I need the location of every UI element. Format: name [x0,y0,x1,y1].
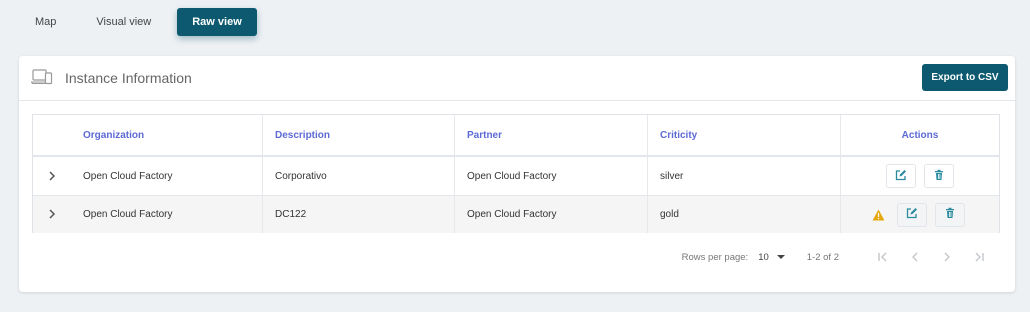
chevron-right-icon[interactable] [48,169,56,184]
next-page-button[interactable] [931,251,963,263]
cell-criticity: gold [648,196,841,233]
expand-column-header [33,115,71,155]
cell-actions [841,157,999,195]
cell-actions [841,196,999,233]
column-header-partner[interactable]: Partner [455,115,648,155]
row-expander[interactable] [33,157,71,195]
pagination: Rows per page: 10 1-2 of 2 [682,249,995,265]
trash-icon [944,207,956,222]
cell-organization: Open Cloud Factory [71,196,263,233]
table-row[interactable]: Open Cloud Factory DC122 Open Cloud Fact… [33,196,999,233]
edit-icon [906,207,918,222]
delete-button[interactable] [934,202,965,227]
delete-button[interactable] [924,164,954,188]
cell-partner: Open Cloud Factory [455,196,648,233]
previous-page-button[interactable] [899,251,931,263]
rows-per-page-label: Rows per page: [681,251,749,263]
rows-per-page-value: 10 [758,251,769,263]
instance-information-card: Instance Information Export to CSV Organ… [19,56,1015,292]
caret-down-icon [776,255,785,259]
export-csv-button[interactable]: Export to CSV [922,64,1008,91]
tab-raw-view[interactable]: Raw view [177,8,257,36]
row-expander[interactable] [33,196,71,233]
column-header-criticity[interactable]: Criticity [648,115,841,155]
cell-description: DC122 [263,196,455,233]
table-header-row: Organization Description Partner Critici… [33,115,999,157]
last-page-button[interactable] [963,251,995,263]
edit-icon [895,169,907,184]
laptop-phone-icon [30,68,53,91]
page-range: 1-2 of 2 [806,251,839,263]
chevron-right-icon[interactable] [48,207,56,222]
warning-icon [872,209,885,221]
first-page-button[interactable] [867,251,899,263]
edit-button[interactable] [896,202,927,227]
cell-criticity: silver [648,157,841,195]
tab-map[interactable]: Map [22,8,69,36]
table-row[interactable]: Open Cloud Factory Corporativo Open Clou… [33,157,999,196]
cell-organization: Open Cloud Factory [71,157,263,195]
card-title: Instance Information [65,70,192,86]
rows-per-page-select[interactable]: 10 [758,252,785,263]
instances-table: Organization Description Partner Critici… [32,114,1000,233]
tab-visual-view[interactable]: Visual view [83,8,164,36]
cell-description: Corporativo [263,157,455,195]
trash-icon [933,169,945,184]
view-tabs: Map Visual view Raw view [22,8,257,36]
cell-partner: Open Cloud Factory [455,157,648,195]
column-header-actions: Actions [901,129,939,141]
card-header: Instance Information Export to CSV [19,56,1015,101]
column-header-description[interactable]: Description [263,115,455,155]
column-header-organization[interactable]: Organization [71,115,263,155]
edit-button[interactable] [886,164,916,188]
